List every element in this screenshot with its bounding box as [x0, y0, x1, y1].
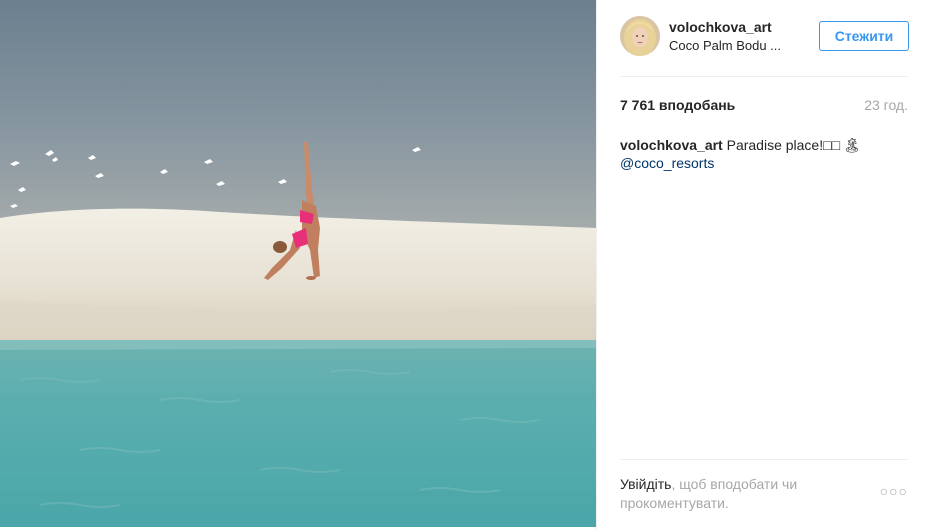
caption-author[interactable]: volochkova_art	[620, 137, 723, 153]
caption-mention-link[interactable]: @coco_resorts	[620, 155, 714, 171]
caption-emoji: □□ 🏝	[823, 137, 861, 153]
follow-button[interactable]: Стежити	[819, 21, 909, 51]
header-divider	[620, 76, 908, 77]
post-timestamp[interactable]: 23 год.	[864, 97, 908, 113]
author-username[interactable]: volochkova_art	[669, 19, 772, 35]
more-options-button[interactable]: ○○○	[880, 484, 908, 498]
post-header: volochkova_art Coco Palm Bodu ... Стежит…	[620, 16, 909, 60]
instagram-post: volochkova_art Coco Palm Bodu ... Стежит…	[0, 0, 928, 530]
post-photo[interactable]	[0, 0, 596, 527]
post-caption: volochkova_art Paradise place!□□ 🏝 @coco…	[620, 136, 908, 172]
likes-count[interactable]: 7 761 вподобань	[620, 97, 735, 113]
login-link[interactable]: Увійдіть	[620, 476, 671, 492]
ellipsis-icon: ○○○	[879, 483, 908, 499]
avatar-image	[620, 16, 660, 56]
author-avatar[interactable]	[620, 16, 660, 56]
post-location[interactable]: Coco Palm Bodu ...	[669, 38, 781, 53]
footer-divider	[620, 459, 908, 460]
login-prompt: Увійдіть, щоб вподобати чи прокоментуват…	[620, 475, 850, 513]
beach-photo	[0, 0, 596, 527]
caption-text: Paradise place!	[726, 137, 824, 153]
post-sidebar: volochkova_art Coco Palm Bodu ... Стежит…	[596, 0, 928, 530]
